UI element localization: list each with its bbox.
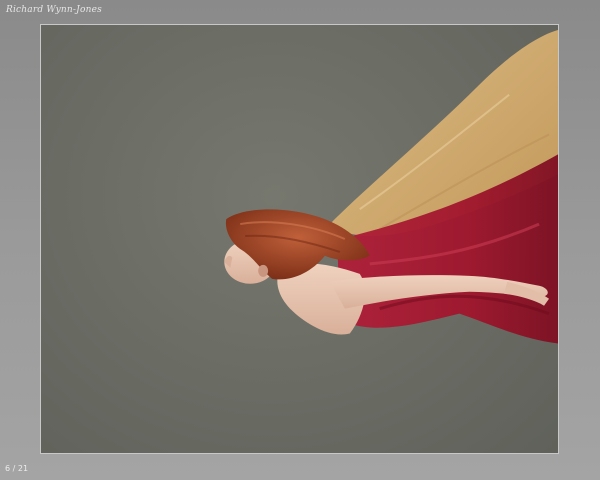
photo-image	[224, 29, 558, 344]
gallery-title: Richard Wynn-Jones	[6, 5, 102, 15]
main-photo[interactable]	[40, 24, 559, 454]
photo-counter: 6 / 21	[5, 464, 29, 473]
